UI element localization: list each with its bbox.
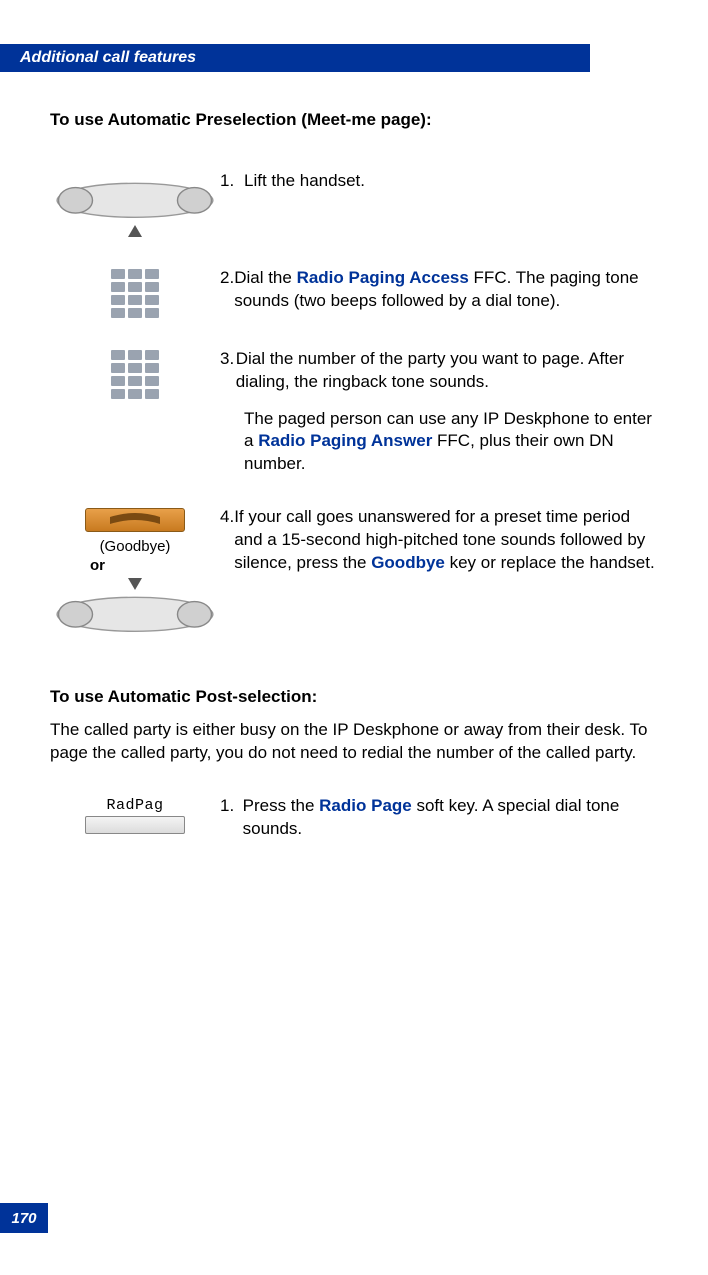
keypad-icon [50,267,220,318]
text-fragment: Press the [243,796,320,815]
step-body: If your call goes unanswered for a prese… [234,506,658,575]
goodbye-label: (Goodbye) [100,538,171,555]
document-page: Additional call features To use Automati… [0,0,708,1275]
or-label: or [90,557,105,574]
step-number: 3. [220,348,236,394]
keypad-icon [50,348,220,477]
step-number: 1. [220,795,243,841]
step-text: 3. Dial the number of the party you want… [220,348,658,477]
step-row: 1. Lift the handset. [50,170,658,237]
step-row: 3. Dial the number of the party you want… [50,348,658,477]
text-fragment: Dial the [234,268,296,287]
step-text: 4. If your call goes unanswered for a pr… [220,506,658,643]
key-link: Goodbye [371,553,445,572]
page-number: 170 [0,1203,48,1233]
softkey-label: RadPag [106,797,163,814]
goodbye-key-icon [85,508,185,532]
step-text: 2. Dial the Radio Paging Access FFC. The… [220,267,658,318]
section1-title: To use Automatic Preselection (Meet-me p… [50,110,658,130]
step-row: RadPag 1. Press the Radio Page soft key.… [50,795,658,841]
content-area: To use Automatic Preselection (Meet-me p… [50,110,658,871]
step-text: 1. Press the Radio Page soft key. A spec… [220,795,658,841]
goodbye-or-handset-icon: (Goodbye) or [50,506,220,643]
header-bar: Additional call features [0,44,590,72]
softkey-link: Radio Page [319,796,412,815]
section2-title: To use Automatic Post-selection: [50,687,658,707]
step-body: Press the Radio Page soft key. A special… [243,795,658,841]
softkey-button-icon [85,816,185,834]
handset-down-icon [50,586,220,643]
step-row: 2. Dial the Radio Paging Access FFC. The… [50,267,658,318]
ffc-link: Radio Paging Access [297,268,469,287]
handset-lift-icon [50,170,220,237]
softkey-icon: RadPag [50,795,220,841]
step-number: 1. [220,170,244,193]
step-body: Dial the number of the party you want to… [236,348,658,394]
step-body: Dial the Radio Paging Access FFC. The pa… [234,267,658,313]
header-title: Additional call features [20,49,196,67]
text-fragment: key or replace the handset. [445,553,655,572]
step-row: (Goodbye) or 4. If your call goes unansw… [50,506,658,643]
section2-intro: The called party is either busy on the I… [50,719,658,765]
step-number: 4. [220,506,234,575]
step-text: 1. Lift the handset. [220,170,658,237]
step-body: Lift the handset. [244,170,365,193]
step-number: 2. [220,267,234,313]
ffc-link: Radio Paging Answer [258,431,432,450]
step-paragraph: The paged person can use any IP Deskphon… [244,408,658,477]
